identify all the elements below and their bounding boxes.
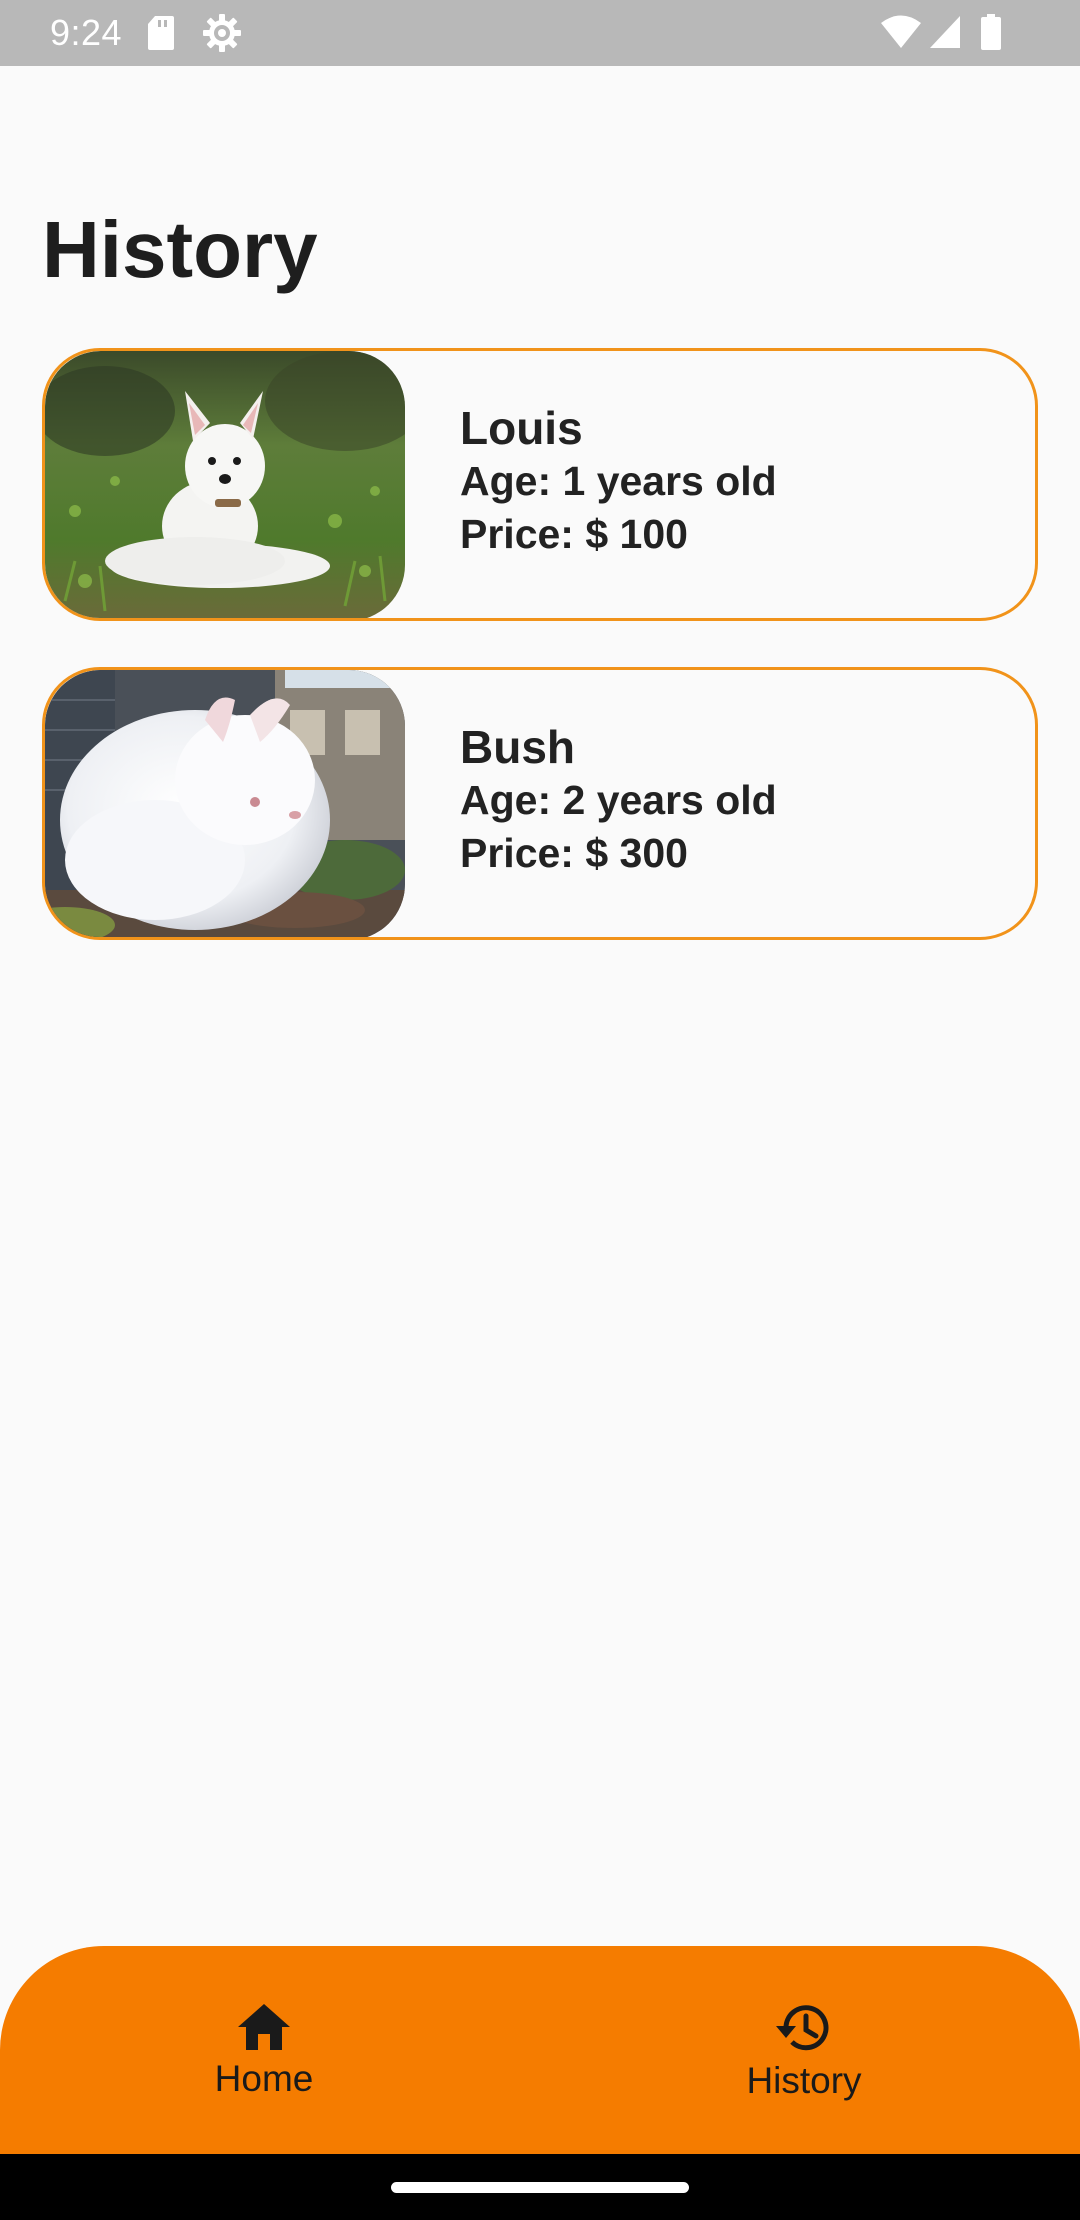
wifi-icon [880, 14, 922, 55]
dog-photo [45, 351, 405, 618]
history-card-louis[interactable]: Louis Age: 1 years old Price: $ 100 [42, 348, 1038, 621]
pet-age: Age: 1 years old [460, 458, 777, 504]
nav-item-history[interactable]: History [704, 2002, 904, 2104]
nav-label-home: Home [214, 2058, 314, 2099]
rabbit-photo [45, 670, 405, 937]
pet-name: Bush [460, 721, 575, 773]
sd-card-icon [146, 14, 176, 57]
pet-age: Age: 2 years old [460, 777, 777, 823]
home-icon [238, 2004, 290, 2050]
nav-item-home[interactable]: Home [164, 2002, 364, 2102]
nav-label-history: History [746, 2060, 862, 2101]
battery-icon [980, 14, 1002, 55]
signal-icon [928, 14, 962, 55]
pet-price: Price: $ 100 [460, 511, 688, 557]
pet-price: Price: $ 300 [460, 830, 688, 876]
status-bar: 9:24 [0, 0, 1080, 66]
settings-icon [203, 14, 241, 57]
pet-name: Louis [460, 402, 583, 454]
history-card-bush[interactable]: Bush Age: 2 years old Price: $ 300 [42, 667, 1038, 940]
system-gesture-bar [0, 2154, 1080, 2220]
status-time: 9:24 [50, 12, 123, 53]
page-title: History [42, 205, 318, 294]
card-text: Louis Age: 1 years old Price: $ 100 [460, 401, 777, 561]
home-gesture-handle[interactable] [391, 2182, 689, 2193]
card-text: Bush Age: 2 years old Price: $ 300 [460, 720, 777, 880]
bottom-navigation: Home History [0, 1946, 1080, 2154]
history-icon [776, 2005, 829, 2051]
